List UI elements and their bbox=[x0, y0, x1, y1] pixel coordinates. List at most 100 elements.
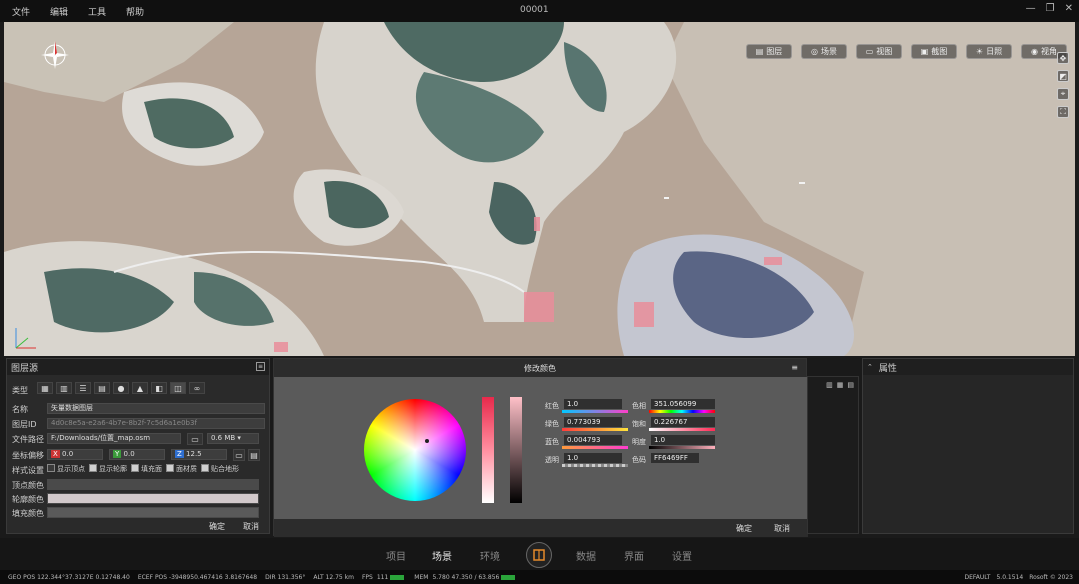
type-model-icon[interactable]: ◧ bbox=[151, 382, 167, 394]
style-options: 显示顶点 显示轮廓 填充面 面材质 贴合地形 bbox=[47, 464, 239, 474]
fullscreen-tool-icon[interactable]: ⛶ bbox=[1057, 106, 1069, 118]
type-vector-icon[interactable]: ▤ bbox=[94, 382, 110, 394]
scene-icon: ◎ bbox=[811, 47, 818, 56]
layer-id-field[interactable]: 4d0c8e5a-e2a6-4b7e-8b2f-7c5d6a1e0b3f bbox=[47, 418, 265, 429]
style-option-face-material[interactable]: 面材质 bbox=[166, 464, 197, 474]
map-scene-button[interactable]: ◎ 场景 bbox=[801, 44, 847, 59]
layers-icon: ▤ bbox=[755, 47, 764, 56]
nav-home-button[interactable] bbox=[526, 542, 552, 568]
vertex-color-label: 顶点颜色 bbox=[12, 481, 44, 490]
menu-edit[interactable]: 编辑 bbox=[50, 5, 68, 18]
red-field[interactable]: 1.0 bbox=[564, 399, 622, 409]
properties-panel: ⌃ 属性 bbox=[862, 358, 1074, 534]
pin-tool-icon[interactable]: ⌖ bbox=[1057, 88, 1069, 100]
style-option-show-vertices[interactable]: 显示顶点 bbox=[47, 464, 85, 474]
style-option-fill-face[interactable]: 填充面 bbox=[131, 464, 162, 474]
green-field[interactable]: 0.773039 bbox=[564, 417, 622, 427]
blue-bar bbox=[562, 446, 628, 449]
map-view-button[interactable]: ▭ 视图 bbox=[856, 44, 902, 59]
copy-coord-icon[interactable]: ▭ bbox=[233, 449, 245, 461]
maximize-icon[interactable]: ❐ bbox=[1046, 3, 1055, 14]
coord-z-field[interactable]: Z 12.5 bbox=[171, 449, 227, 460]
color-cancel-button[interactable]: 取消 bbox=[768, 522, 796, 534]
type-point-icon[interactable]: ● bbox=[113, 382, 129, 394]
map-screenshot-button[interactable]: ▣ 截图 bbox=[911, 44, 957, 59]
alpha-bar bbox=[562, 464, 628, 467]
file-size-select[interactable]: 0.6 MB ▾ bbox=[207, 433, 259, 444]
nav-environment[interactable]: 环境 bbox=[480, 548, 500, 563]
alpha-field[interactable]: 1.0 bbox=[564, 453, 622, 463]
menu-help[interactable]: 帮助 bbox=[126, 5, 144, 18]
measure-tool-icon[interactable]: ◩ bbox=[1057, 70, 1069, 82]
menu-bar: 文件 编辑 工具 帮助 00001 — ❐ ✕ bbox=[0, 0, 1079, 22]
satellite-imagery bbox=[4, 22, 1075, 356]
menu-tools[interactable]: 工具 bbox=[88, 5, 106, 18]
nav-project[interactable]: 项目 bbox=[386, 548, 406, 563]
detail-view-icon[interactable]: ▤ bbox=[847, 381, 854, 389]
green-label: 绿色 bbox=[545, 420, 559, 428]
map-viewport[interactable]: ▤ 图层 ◎ 场景 ▭ 视图 ▣ 截图 ☀ 日照 ◉ 视角 ✥ ◩ ⌖ ⛶ bbox=[4, 22, 1075, 356]
alpha-label: 透明 bbox=[545, 456, 559, 464]
saturation-slider[interactable] bbox=[482, 397, 494, 503]
fps-label: FPS bbox=[361, 573, 373, 581]
type-table-icon[interactable]: ▥ bbox=[56, 382, 72, 394]
red-label: 红色 bbox=[545, 402, 559, 410]
layer-cancel-button[interactable]: 取消 bbox=[237, 520, 265, 532]
brightness-slider[interactable] bbox=[510, 397, 522, 503]
color-confirm-button[interactable]: 确定 bbox=[730, 522, 758, 534]
coord-x-field[interactable]: X 0.0 bbox=[47, 449, 103, 460]
move-tool-icon[interactable]: ✥ bbox=[1057, 52, 1069, 64]
type-tile-icon[interactable]: ◫ bbox=[170, 382, 186, 394]
copyright: Rosoft © 2023 bbox=[1029, 573, 1073, 581]
minimize-icon[interactable]: — bbox=[1026, 3, 1036, 14]
blue-label: 蓝色 bbox=[545, 438, 559, 446]
layer-confirm-button[interactable]: 确定 bbox=[203, 520, 231, 532]
collapse-icon[interactable]: ⌃ bbox=[867, 363, 873, 371]
close-icon[interactable]: ✕ bbox=[1065, 3, 1073, 14]
status-bar: GEO POS 122.344°37.3127E 0.12748.40 ECEF… bbox=[0, 570, 1079, 584]
nav-scene[interactable]: 场景 bbox=[432, 548, 452, 563]
style-option-show-outline[interactable]: 显示轮廓 bbox=[89, 464, 127, 474]
style-option-clamp-terrain[interactable]: 贴合地形 bbox=[201, 464, 239, 474]
red-bar bbox=[562, 410, 628, 413]
type-link-icon[interactable]: ∞ bbox=[189, 382, 205, 394]
color-wheel-cursor[interactable] bbox=[425, 439, 429, 443]
green-bar bbox=[562, 428, 628, 431]
map-layers-button[interactable]: ▤ 图层 bbox=[746, 44, 792, 59]
altitude-readout: ALT 12.75 km bbox=[313, 573, 354, 581]
saturation-field[interactable]: 0.226767 bbox=[651, 417, 715, 427]
saturation-label: 饱和 bbox=[632, 420, 646, 428]
compass-icon[interactable] bbox=[40, 40, 70, 70]
menu-file[interactable]: 文件 bbox=[12, 5, 30, 18]
outline-color-swatch[interactable] bbox=[47, 493, 259, 504]
auxiliary-panel: ▥ ▦ ▤ bbox=[807, 376, 859, 534]
ecef-position: ECEF POS -3948950.467416 3.8167648 bbox=[137, 573, 258, 581]
hue-bar bbox=[649, 410, 715, 413]
nav-interface[interactable]: 界面 bbox=[624, 548, 644, 563]
hex-field[interactable]: FF6469FF bbox=[651, 453, 699, 463]
mem-label: MEM bbox=[414, 573, 429, 581]
type-grid-icon[interactable]: ▦ bbox=[37, 382, 53, 394]
file-path-field[interactable]: F:/Downloads/位置_map.osm bbox=[47, 433, 181, 444]
paste-coord-icon[interactable]: ▤ bbox=[248, 449, 260, 461]
vertex-color-swatch[interactable] bbox=[47, 479, 259, 490]
name-field[interactable]: 矢量数据图层 bbox=[47, 403, 265, 414]
list-view-icon[interactable]: ▥ bbox=[826, 381, 833, 389]
hue-field[interactable]: 351.056099 bbox=[651, 399, 715, 409]
type-terrain-icon[interactable]: ▲ bbox=[132, 382, 148, 394]
grid-view-icon[interactable]: ▦ bbox=[837, 381, 844, 389]
hex-label: 色码 bbox=[632, 456, 646, 464]
blue-field[interactable]: 0.004793 bbox=[564, 435, 622, 445]
layer-id-label: 图层ID bbox=[12, 420, 37, 429]
color-wheel[interactable] bbox=[364, 399, 466, 501]
type-list-icon[interactable]: ☰ bbox=[75, 382, 91, 394]
value-field[interactable]: 1.0 bbox=[651, 435, 715, 445]
coord-y-field[interactable]: Y 0.0 bbox=[109, 449, 165, 460]
map-sun-button[interactable]: ☀ 日照 bbox=[966, 44, 1012, 59]
dialog-list-icon[interactable]: ≡ bbox=[791, 363, 798, 372]
folder-icon[interactable]: ▭ bbox=[187, 433, 203, 445]
nav-data[interactable]: 数据 bbox=[576, 548, 596, 563]
panel-menu-icon[interactable]: ≡ bbox=[256, 362, 265, 371]
fill-color-swatch[interactable] bbox=[47, 507, 259, 518]
nav-settings[interactable]: 设置 bbox=[672, 548, 692, 563]
